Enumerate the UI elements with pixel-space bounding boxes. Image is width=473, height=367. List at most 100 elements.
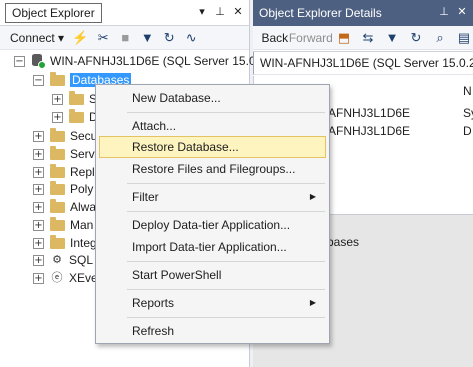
menu-item-start-powershell[interactable]: Start PowerShell xyxy=(99,264,326,286)
submenu-arrow-icon: ▶ xyxy=(309,298,316,307)
tree-node-server-objects[interactable]: + Serv xyxy=(33,145,95,163)
agent-icon: ⚙ xyxy=(52,254,62,266)
details-toolbar: Back Forward ⬒ ⇆ ▼ ↻ ⌕ ▤ xyxy=(253,26,473,50)
menu-item-attach[interactable]: Attach... xyxy=(99,115,326,137)
menu-item-filter-label: Filter xyxy=(132,190,159,204)
menu-separator xyxy=(127,183,325,184)
expand-icon[interactable]: + xyxy=(33,272,44,284)
pin-icon[interactable]: ⊥ xyxy=(437,5,451,19)
menu-separator xyxy=(127,289,325,290)
refresh-icon[interactable]: ↻ xyxy=(407,28,425,48)
tree-node-server[interactable]: − WIN-AFNHJ3L1D6E (SQL Server 15.0.2 xyxy=(14,52,266,70)
details-path: WIN-AFNHJ3L1D6E (SQL Server 15.0.2000 xyxy=(253,51,473,75)
expand-icon[interactable]: + xyxy=(33,148,44,160)
expand-icon[interactable]: + xyxy=(33,219,44,231)
tree-node-database[interactable]: + D xyxy=(52,108,98,126)
tree-node-security[interactable]: + Secu xyxy=(33,127,97,145)
tree-label: Serv xyxy=(70,147,95,161)
connect-button[interactable]: Connect ▾ xyxy=(8,28,66,48)
activity-monitor-icon[interactable]: ∿ xyxy=(182,28,200,48)
script-icon[interactable]: ▤ xyxy=(455,28,473,48)
expand-icon[interactable]: + xyxy=(33,254,44,266)
tree-node-sql-agent[interactable]: + ⚙ SQL xyxy=(33,251,93,269)
expand-icon[interactable]: + xyxy=(33,166,44,178)
back-button[interactable]: Back xyxy=(261,28,288,48)
details-row-type: Sy xyxy=(463,106,473,120)
forward-button[interactable]: Forward xyxy=(289,28,333,48)
menu-item-import-data-tier[interactable]: Import Data-tier Application... xyxy=(99,236,326,258)
expand-icon[interactable]: + xyxy=(33,130,44,142)
connect-object-icon[interactable]: ⚡ xyxy=(70,28,90,48)
menu-item-reports-label: Reports xyxy=(132,296,175,310)
close-icon[interactable]: ✕ xyxy=(455,5,469,19)
refresh-icon[interactable]: ↻ xyxy=(160,28,178,48)
details-title-bar: Object Explorer Details ⊥ ✕ xyxy=(253,0,473,26)
submenu-arrow-icon: ▶ xyxy=(309,192,316,201)
disconnect-icon[interactable]: ✂ xyxy=(94,28,112,48)
tree-node-integration-services[interactable]: + Integ xyxy=(33,234,97,252)
menu-separator xyxy=(127,112,325,113)
context-menu: New Database... Attach... Restore Databa… xyxy=(95,84,330,344)
object-explorer-title: Object Explorer xyxy=(5,2,102,23)
close-icon[interactable]: ✕ xyxy=(231,5,245,19)
details-title: Object Explorer Details xyxy=(259,6,382,20)
expand-icon[interactable]: + xyxy=(52,93,63,105)
menu-item-refresh[interactable]: Refresh xyxy=(99,320,326,342)
details-lower-text: bases xyxy=(327,235,360,249)
tree-node-management[interactable]: + Man xyxy=(33,216,93,234)
folder-icon xyxy=(69,108,84,123)
stop-icon[interactable]: ■ xyxy=(116,28,134,48)
folder-icon xyxy=(50,216,65,231)
collapse-icon[interactable]: − xyxy=(14,55,25,67)
menu-item-restore-files[interactable]: Restore Files and Filegroups... xyxy=(99,158,326,180)
sync-icon[interactable]: ⬒ xyxy=(335,28,353,48)
menu-item-deploy-data-tier[interactable]: Deploy Data-tier Application... xyxy=(99,214,326,236)
expand-icon[interactable]: + xyxy=(33,237,44,249)
tree-label: XEve xyxy=(69,271,98,285)
tree-node-system-databases[interactable]: + S xyxy=(52,90,97,108)
menu-separator xyxy=(127,211,325,212)
folder-icon xyxy=(50,127,65,142)
tree-label: Integ xyxy=(70,236,97,250)
filter-icon[interactable]: ▼ xyxy=(383,28,401,48)
tree-node-xevent-profiler[interactable]: + ⓔ XEve xyxy=(33,269,98,287)
menu-item-filter[interactable]: Filter ▶ xyxy=(99,186,326,208)
details-row-name[interactable]: AFNHJ3L1D6E xyxy=(328,106,410,122)
menu-separator xyxy=(127,261,325,262)
pin-icon[interactable]: ⊥ xyxy=(213,5,227,19)
folder-icon xyxy=(50,180,65,195)
details-row-type: D xyxy=(463,124,472,138)
folder-icon xyxy=(50,198,65,213)
switch-icon[interactable]: ⇆ xyxy=(359,28,377,48)
menu-item-restore-database[interactable]: Restore Database... xyxy=(99,136,326,158)
menu-item-reports[interactable]: Reports ▶ xyxy=(99,292,326,314)
tree-label: Repl xyxy=(70,165,95,179)
server-label: WIN-AFNHJ3L1D6E (SQL Server 15.0.2 xyxy=(50,54,266,68)
dropdown-icon[interactable]: ▾ xyxy=(195,5,209,19)
expand-icon[interactable]: + xyxy=(33,201,44,213)
server-connected-icon xyxy=(31,54,46,69)
tree-label: Alwa xyxy=(70,200,97,214)
filter-icon[interactable]: ▼ xyxy=(138,28,156,48)
tree-node-polybase[interactable]: + Poly xyxy=(33,180,93,198)
tree-node-always-on[interactable]: + Alwa xyxy=(33,198,96,216)
tree-node-replication[interactable]: + Repl xyxy=(33,163,95,181)
tree-label: Man xyxy=(70,218,94,232)
folder-icon xyxy=(50,163,65,178)
tree-label: Poly xyxy=(70,182,94,196)
object-explorer-toolbar: Connect ▾ ⚡ ✂ ■ ▼ ↻ ∿ xyxy=(0,26,249,50)
details-row-name[interactable]: AFNHJ3L1D6E xyxy=(328,124,410,140)
folder-icon xyxy=(50,234,65,249)
collapse-icon[interactable]: − xyxy=(33,74,44,86)
expand-icon[interactable]: + xyxy=(52,111,63,123)
folder-icon xyxy=(50,71,65,86)
xevent-icon: ⓔ xyxy=(51,272,63,284)
expand-icon[interactable]: + xyxy=(33,183,44,195)
tree-label: Secu xyxy=(70,129,98,143)
menu-item-new-database[interactable]: New Database... xyxy=(99,87,326,109)
object-explorer-title-icons: ▾ ⊥ ✕ xyxy=(195,5,245,19)
folder-icon xyxy=(50,145,65,160)
search-icon[interactable]: ⌕ xyxy=(431,28,449,48)
menu-separator xyxy=(127,317,325,318)
column-header[interactable]: N xyxy=(463,84,472,100)
